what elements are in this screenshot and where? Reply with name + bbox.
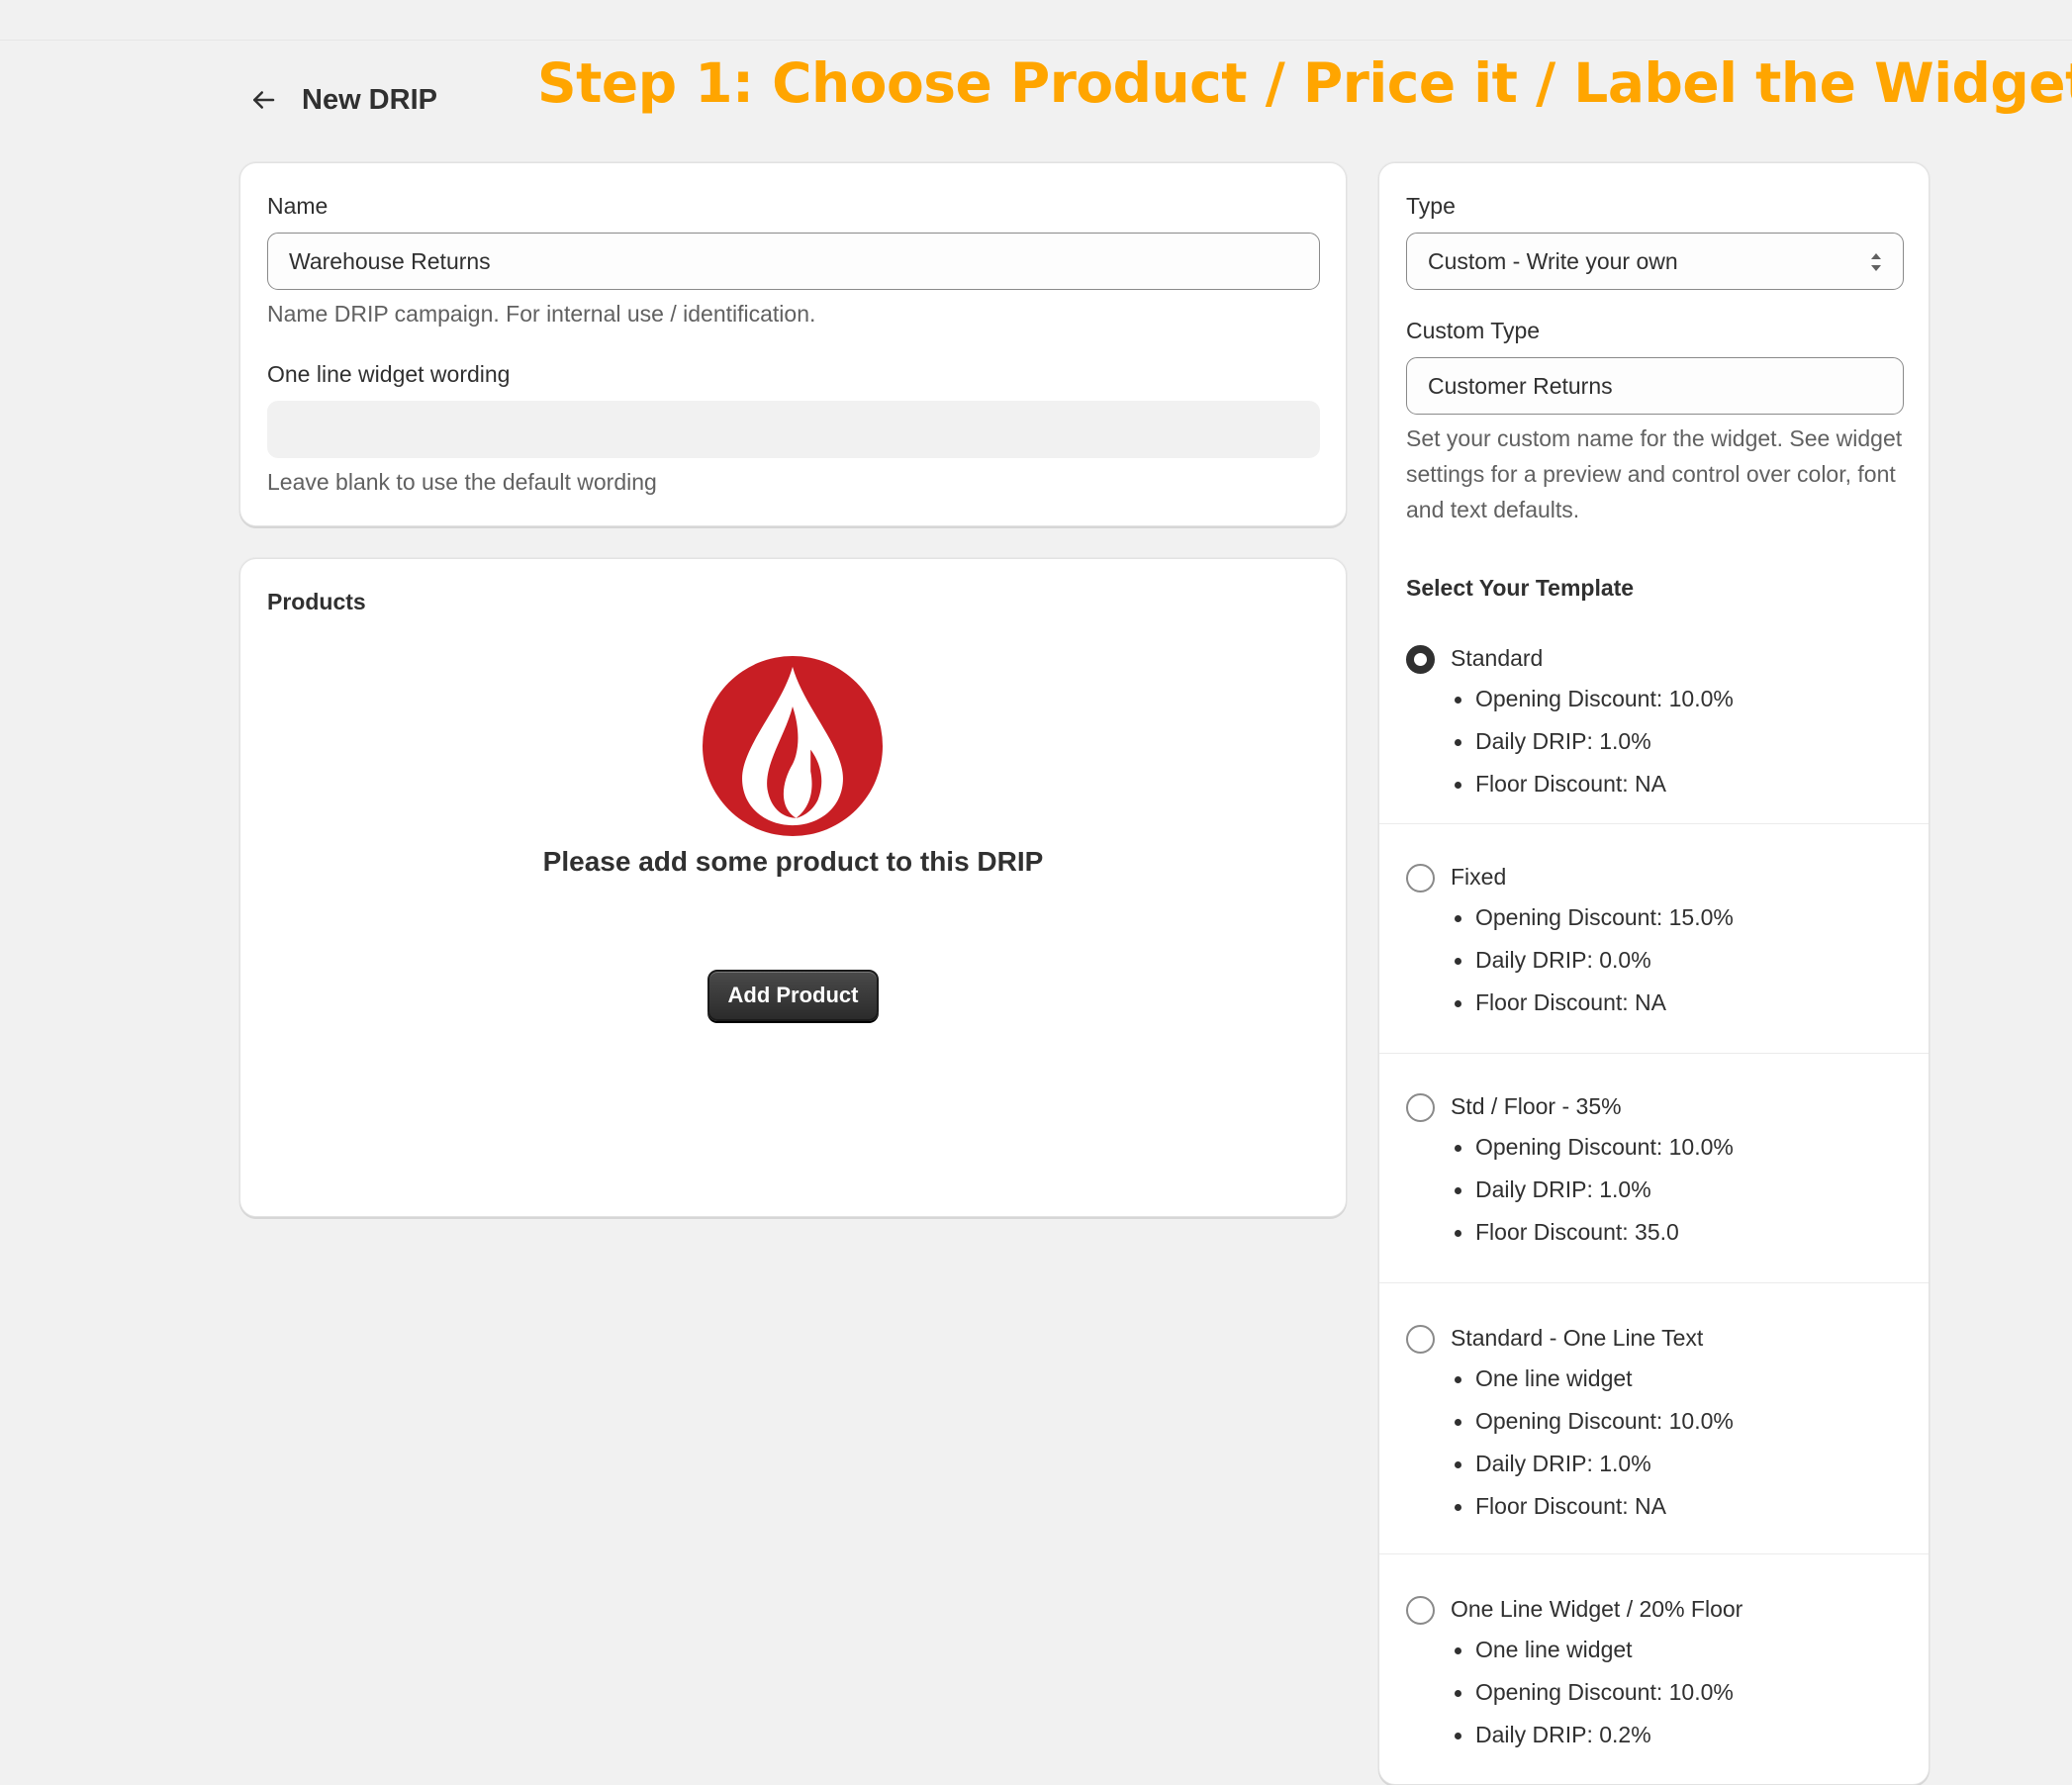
template-option[interactable]: Standard - One Line Text One line widget…: [1379, 1282, 1929, 1553]
template-option[interactable]: One Line Widget / 20% Floor One line wid…: [1379, 1553, 1929, 1784]
template-title: Select Your Template: [1406, 575, 1635, 601]
template-radio[interactable]: [1406, 645, 1435, 674]
template-radio[interactable]: [1406, 864, 1435, 892]
template-name: Std / Floor - 35%: [1451, 1093, 1622, 1119]
name-label: Name: [267, 193, 329, 219]
template-name: Standard: [1451, 645, 1544, 671]
back-button[interactable]: [238, 75, 288, 125]
template-detail: Floor Discount: NA: [1455, 1485, 1734, 1528]
template-details: Opening Discount: 15.0% Daily DRIP: 0.0%…: [1455, 896, 1734, 1024]
template-option[interactable]: Std / Floor - 35% Opening Discount: 10.0…: [1379, 1053, 1929, 1282]
wording-field[interactable]: [267, 401, 1320, 458]
template-detail: Daily DRIP: 1.0%: [1455, 1169, 1734, 1211]
template-detail: One line widget: [1455, 1629, 1734, 1671]
template-radio[interactable]: [1406, 1325, 1435, 1354]
custom-type-label: Custom Type: [1406, 318, 1541, 343]
template-detail: One line widget: [1455, 1358, 1734, 1400]
template-detail: Floor Discount: 35.0: [1455, 1211, 1734, 1254]
type-select-value: Custom - Write your own: [1428, 247, 1678, 274]
drip-logo-icon: [703, 656, 883, 836]
template-details: Opening Discount: 10.0% Daily DRIP: 1.0%…: [1455, 678, 1734, 805]
top-bar: [0, 0, 2072, 41]
template-detail: Opening Discount: 10.0%: [1455, 1400, 1734, 1443]
template-name: Fixed: [1451, 864, 1507, 890]
template-detail: Daily DRIP: 0.2%: [1455, 1714, 1734, 1756]
template-radio[interactable]: [1406, 1093, 1435, 1122]
wording-help-text: Leave blank to use the default wording: [267, 469, 657, 495]
template-option[interactable]: Fixed Opening Discount: 15.0% Daily DRIP…: [1379, 823, 1929, 1053]
type-label: Type: [1406, 193, 1456, 219]
template-details: Opening Discount: 10.0% Daily DRIP: 1.0%…: [1455, 1126, 1734, 1254]
add-product-button[interactable]: Add Product: [707, 970, 879, 1021]
step-banner: Step 1: Choose Product / Price it / Labe…: [537, 51, 2072, 115]
template-detail: Floor Discount: NA: [1455, 982, 1734, 1024]
settings-card: Type Custom - Write your own Custom Type…: [1378, 162, 1930, 1785]
template-option[interactable]: Standard Opening Discount: 10.0% Daily D…: [1379, 613, 1929, 843]
template-detail: Floor Discount: NA: [1455, 763, 1734, 805]
empty-products-message: Please add some product to this DRIP: [542, 846, 1044, 877]
arrow-left-icon: [253, 91, 275, 109]
template-detail: Daily DRIP: 1.0%: [1455, 720, 1734, 763]
template-details: One line widget Opening Discount: 10.0% …: [1455, 1358, 1734, 1528]
template-detail: Opening Discount: 10.0%: [1455, 1126, 1734, 1169]
template-detail: Daily DRIP: 0.0%: [1455, 939, 1734, 982]
name-card: Name Warehouse Returns Name DRIP campaig…: [239, 162, 1347, 526]
template-name: Standard - One Line Text: [1451, 1325, 1704, 1351]
custom-type-field[interactable]: Customer Returns: [1406, 357, 1904, 415]
template-details: One line widget Opening Discount: 10.0% …: [1455, 1629, 1734, 1756]
select-arrows-icon: [1871, 253, 1881, 271]
template-detail: Opening Discount: 10.0%: [1455, 678, 1734, 720]
wording-label: One line widget wording: [267, 361, 511, 387]
custom-type-help-text: Set your custom name for the widget. See…: [1406, 425, 1903, 522]
products-title: Products: [267, 589, 366, 614]
name-field[interactable]: Warehouse Returns: [267, 233, 1320, 290]
page-title: New DRIP: [302, 83, 437, 116]
products-card: Products Please add some product to this…: [239, 558, 1347, 1217]
template-radio[interactable]: [1406, 1596, 1435, 1625]
type-select[interactable]: Custom - Write your own: [1406, 233, 1904, 290]
template-detail: Daily DRIP: 1.0%: [1455, 1443, 1734, 1485]
name-help-text: Name DRIP campaign. For internal use / i…: [267, 301, 816, 327]
page-header: New DRIP: [238, 59, 437, 141]
template-detail: Opening Discount: 10.0%: [1455, 1671, 1734, 1714]
template-detail: Opening Discount: 15.0%: [1455, 896, 1734, 939]
template-name: One Line Widget / 20% Floor: [1451, 1596, 1743, 1622]
